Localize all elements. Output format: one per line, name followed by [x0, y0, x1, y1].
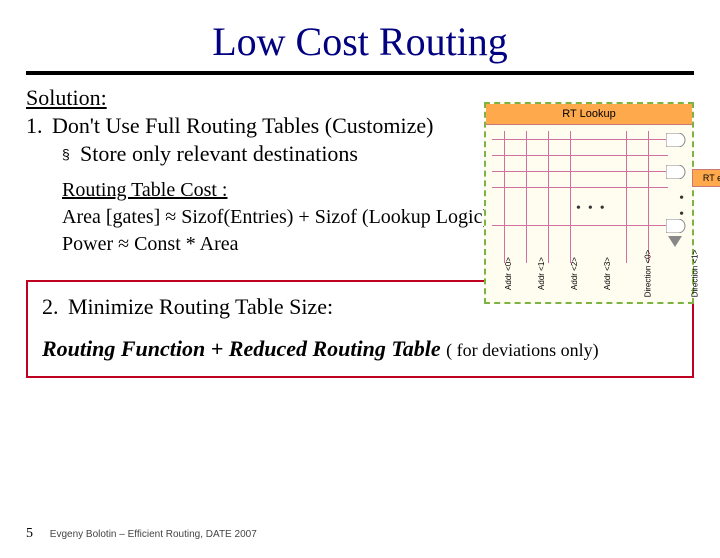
rt-lookup-figure: RT Lookup • • • •• RT entry Addr <0> Add… — [484, 102, 694, 304]
fig-label-addr0: Addr <0> — [504, 257, 513, 290]
fig-label-dir0: Direction <0> — [643, 250, 652, 298]
rtcost-area: Area [gates] ≈ Sizof(Entries) + Sizof (L… — [62, 206, 489, 228]
item-2-formula: Routing Function + Reduced Routing Table… — [42, 336, 678, 362]
fig-bottom-labels: Addr <0> Addr <1> Addr <2> Addr <3> Dire… — [486, 267, 692, 278]
item-1-text: Don't Use Full Routing Tables (Customize… — [52, 113, 434, 138]
fig-label-dir1: Direction <1> — [691, 250, 700, 298]
fig-label-addr3: Addr <3> — [603, 257, 612, 290]
item-2-formula-main: Routing Function + Reduced Routing Table — [42, 336, 441, 361]
item-2-text: Minimize Routing Table Size: — [68, 294, 333, 319]
item-2-formula-tail: ( for deviations only) — [446, 340, 598, 360]
rtcost-power: Power ≈ Const * Area — [62, 233, 239, 255]
item-2-number: 2. — [42, 294, 68, 320]
item-1-number: 1. — [26, 113, 52, 139]
item-1-sub-text: Store only relevant destinations — [80, 141, 358, 166]
slide-title: Low Cost Routing — [0, 18, 720, 65]
bullet-icon: § — [62, 146, 80, 162]
fig-rt-entry-label: RT entry — [692, 169, 720, 187]
footer-credit: Evgeny Bolotin – Efficient Routing, DATE… — [50, 529, 257, 540]
fig-grid: • • • •• RT entry — [486, 125, 692, 267]
fig-label-addr1: Addr <1> — [537, 257, 546, 290]
rtcost-label: Routing Table Cost : — [62, 179, 227, 201]
fig-label-addr2: Addr <2> — [570, 257, 579, 290]
fig-header: RT Lookup — [486, 104, 692, 125]
buffer-icon — [668, 236, 682, 247]
page-number: 5 — [26, 526, 33, 541]
title-underline — [26, 71, 694, 75]
